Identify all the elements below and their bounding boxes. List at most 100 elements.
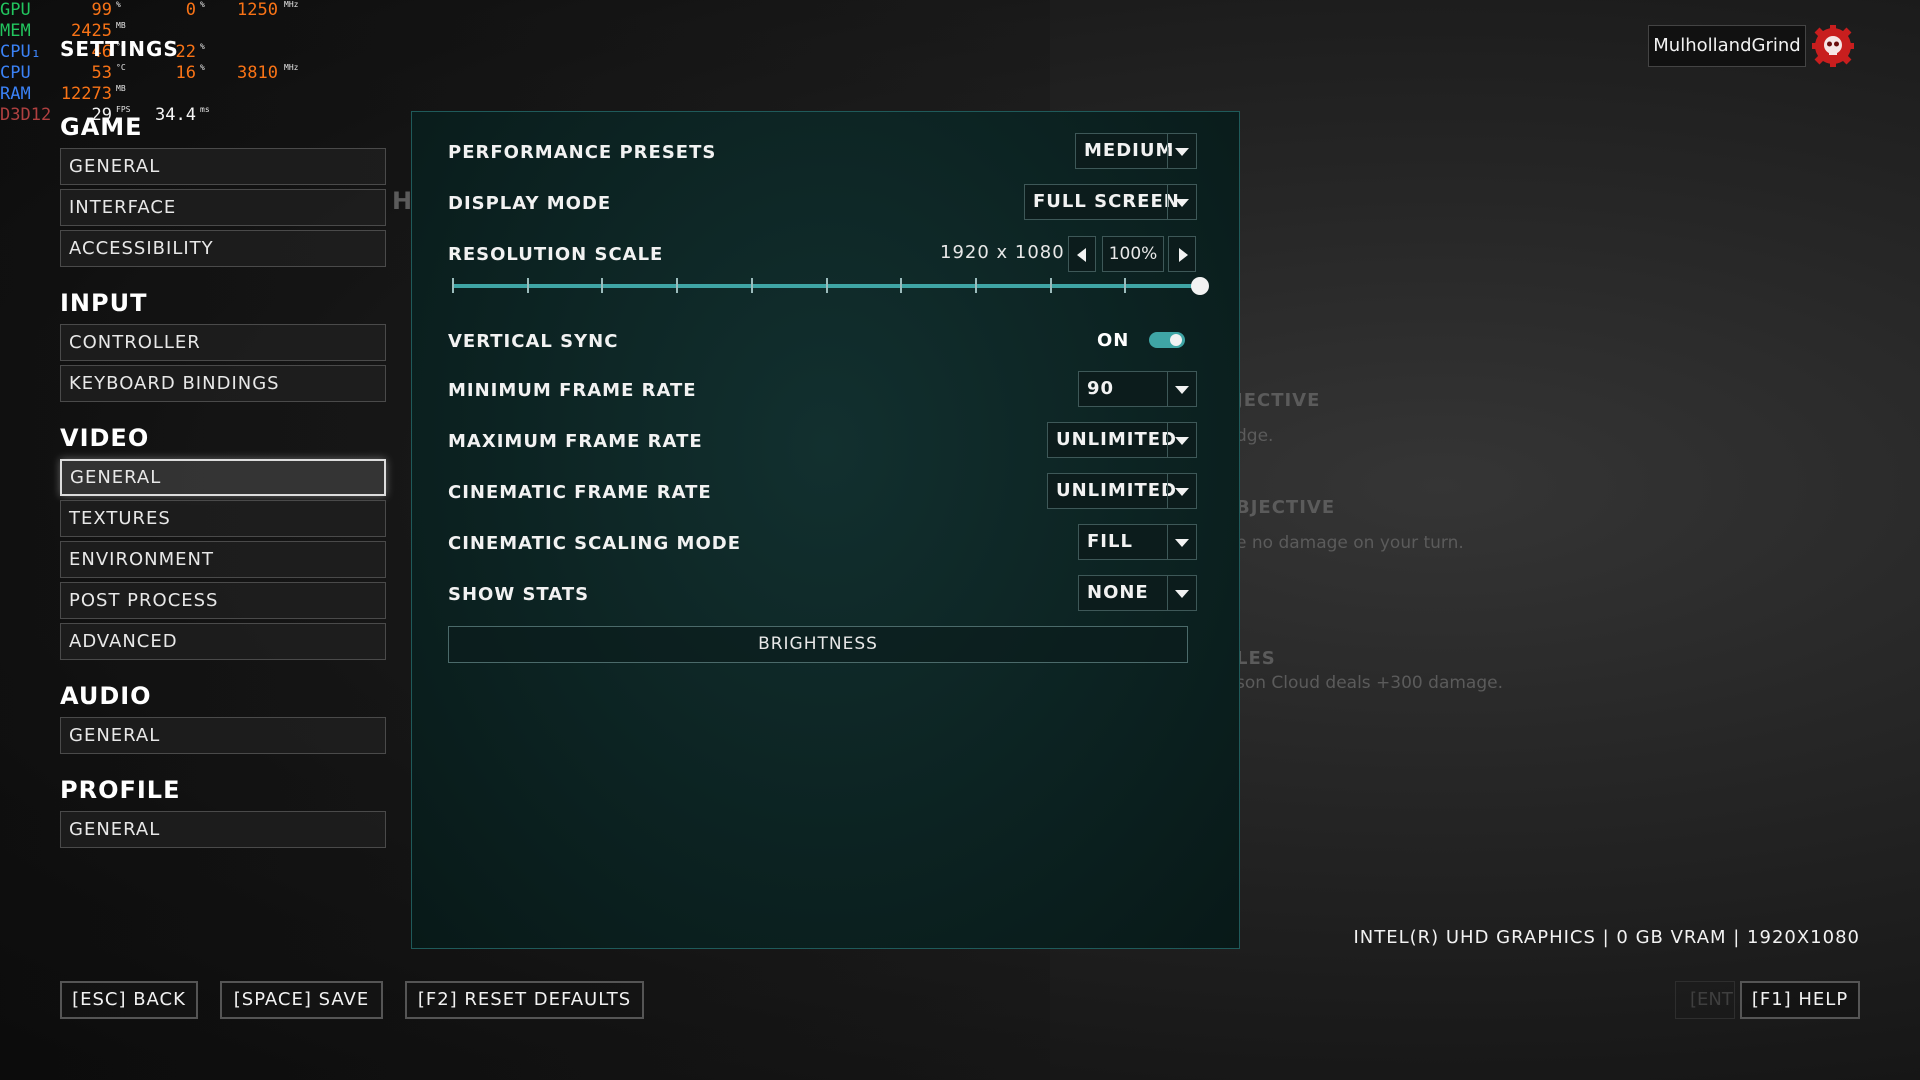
vertical-sync-label: VERTICAL SYNC xyxy=(448,331,619,352)
overlay-unit: °C xyxy=(116,63,126,72)
slider-tick xyxy=(826,278,828,293)
overlay-ram-label: RAM xyxy=(0,84,31,104)
overlay-gpu-util: 0 xyxy=(185,0,196,20)
cinematic-frame-rate-label: CINEMATIC FRAME RATE xyxy=(448,482,712,503)
performance-presets-label: PERFORMANCE PRESETS xyxy=(448,142,717,163)
cinematic-scaling-mode-dropdown[interactable]: FILL xyxy=(1078,524,1197,560)
vertical-sync-toggle-knob xyxy=(1170,334,1182,346)
nav-profile-general[interactable]: GENERAL xyxy=(60,811,386,848)
max-frame-rate-dropdown[interactable]: UNLIMITED xyxy=(1047,422,1197,458)
overlay-cpu-label: CPU xyxy=(0,63,31,83)
performance-overlay: GPU 99 % 0 % 1250 MHz MEM 2425 MB CPU₁ 4… xyxy=(0,0,320,130)
overlay-cpu-temp: 53 xyxy=(91,63,112,83)
overlay-unit: % xyxy=(200,42,205,51)
overlay-unit: MB xyxy=(116,84,126,93)
min-frame-rate-label: MINIMUM FRAME RATE xyxy=(448,380,697,401)
cinematic-scaling-mode-label: CINEMATIC SCALING MODE xyxy=(448,533,741,554)
gear-emblem-avatar[interactable] xyxy=(1812,25,1854,67)
bg-rules-title: LES xyxy=(1236,648,1276,669)
bg-objective-text-2: e no damage on your turn. xyxy=(1236,533,1464,553)
show-stats-value: NONE xyxy=(1087,582,1149,603)
section-title-profile: PROFILE xyxy=(60,776,181,804)
max-frame-rate-label: MAXIMUM FRAME RATE xyxy=(448,431,703,452)
overlay-frametime-value: 34.4 xyxy=(155,105,196,125)
nav-video-advanced[interactable]: ADVANCED xyxy=(60,623,386,660)
nav-video-environment[interactable]: ENVIRONMENT xyxy=(60,541,386,578)
username-badge[interactable]: MulhollandGrind xyxy=(1648,25,1806,67)
gpu-info-text: INTEL(R) UHD GRAPHICS | 0 GB VRAM | 1920… xyxy=(1353,927,1860,948)
min-frame-rate-dropdown[interactable]: 90 xyxy=(1078,371,1197,407)
resolution-scale-value: 100% xyxy=(1102,236,1164,272)
resolution-scale-label: RESOLUTION SCALE xyxy=(448,244,664,265)
resolution-scale-slider-handle[interactable] xyxy=(1191,277,1209,295)
chevron-down-icon xyxy=(1167,525,1196,559)
overlay-mem-label: MEM xyxy=(0,21,31,41)
chevron-down-icon xyxy=(1167,185,1196,219)
performance-presets-value: MEDIUM xyxy=(1084,140,1175,161)
overlay-gpu-label: GPU xyxy=(0,0,31,20)
slider-tick xyxy=(1050,278,1052,293)
overlay-unit: % xyxy=(200,63,205,72)
chevron-down-icon xyxy=(1167,576,1196,610)
page-title: SETTINGS xyxy=(60,37,179,61)
chevron-down-icon xyxy=(1167,134,1196,168)
bg-objective-title-1: JECTIVE xyxy=(1236,390,1321,411)
overlay-cpu1-label: CPU₁ xyxy=(0,42,41,62)
overlay-unit: % xyxy=(116,0,121,9)
bg-objective-title-2: BJECTIVE xyxy=(1236,497,1336,518)
section-title-video: VIDEO xyxy=(60,424,150,452)
overlay-cpu-load: 16 xyxy=(175,63,196,83)
help-button[interactable]: [F1] HELP xyxy=(1740,981,1860,1019)
min-frame-rate-value: 90 xyxy=(1087,378,1115,399)
vertical-sync-state: ON xyxy=(1097,330,1130,351)
nav-game-accessibility[interactable]: ACCESSIBILITY xyxy=(60,230,386,267)
overlay-gpu-clock: 1250 xyxy=(237,0,278,20)
section-title-audio: AUDIO xyxy=(60,682,152,710)
section-title-input: INPUT xyxy=(60,289,148,317)
resolution-decrease-button[interactable] xyxy=(1068,236,1096,272)
arrow-right-icon xyxy=(1179,248,1188,262)
reset-defaults-button[interactable]: [F2] RESET DEFAULTS xyxy=(405,981,644,1019)
display-mode-value: FULL SCREEN xyxy=(1033,191,1180,212)
display-mode-dropdown[interactable]: FULL SCREEN xyxy=(1024,184,1197,220)
nav-video-post-process[interactable]: POST PROCESS xyxy=(60,582,386,619)
chevron-down-icon xyxy=(1167,474,1196,508)
overlay-unit: MHz xyxy=(284,63,299,72)
overlay-unit: ms xyxy=(200,105,210,114)
slider-tick xyxy=(1124,278,1126,293)
bg-objective-text-1: dge. xyxy=(1236,426,1274,446)
arrow-left-icon xyxy=(1077,248,1086,262)
save-button[interactable]: [SPACE] SAVE xyxy=(220,981,383,1019)
nav-game-general[interactable]: GENERAL xyxy=(60,148,386,185)
slider-tick xyxy=(900,278,902,293)
bg-rules-text: son Cloud deals +300 damage. xyxy=(1236,673,1503,693)
show-stats-label: SHOW STATS xyxy=(448,584,590,605)
hidden-enter-button: [ENT xyxy=(1675,981,1735,1019)
nav-video-textures[interactable]: TEXTURES xyxy=(60,500,386,537)
overlay-unit: MHz xyxy=(284,0,299,9)
chevron-down-icon xyxy=(1167,423,1196,457)
nav-game-interface[interactable]: INTERFACE xyxy=(60,189,386,226)
nav-audio-general[interactable]: GENERAL xyxy=(60,717,386,754)
show-stats-dropdown[interactable]: NONE xyxy=(1078,575,1197,611)
overlay-gpu-load: 99 xyxy=(91,0,112,20)
nav-video-general[interactable]: GENERAL xyxy=(60,459,386,496)
cinematic-frame-rate-dropdown[interactable]: UNLIMITED xyxy=(1047,473,1197,509)
overlay-unit: MB xyxy=(116,21,126,30)
brightness-button[interactable]: BRIGHTNESS xyxy=(448,626,1188,663)
performance-presets-dropdown[interactable]: MEDIUM xyxy=(1075,133,1197,169)
cinematic-scaling-mode-value: FILL xyxy=(1087,531,1133,552)
back-button[interactable]: [ESC] BACK xyxy=(60,981,198,1019)
chevron-down-icon xyxy=(1167,372,1196,406)
overlay-unit: % xyxy=(200,0,205,9)
slider-tick xyxy=(975,278,977,293)
slider-tick xyxy=(676,278,678,293)
overlay-cpu-clock: 3810 xyxy=(237,63,278,83)
max-frame-rate-value: UNLIMITED xyxy=(1056,429,1177,450)
resolution-increase-button[interactable] xyxy=(1168,236,1196,272)
display-mode-label: DISPLAY MODE xyxy=(448,193,612,214)
cinematic-frame-rate-value: UNLIMITED xyxy=(1056,480,1177,501)
nav-input-controller[interactable]: CONTROLLER xyxy=(60,324,386,361)
nav-input-keyboard-bindings[interactable]: KEYBOARD BINDINGS xyxy=(60,365,386,402)
resolution-readout: 1920 x 1080 xyxy=(940,242,1065,263)
